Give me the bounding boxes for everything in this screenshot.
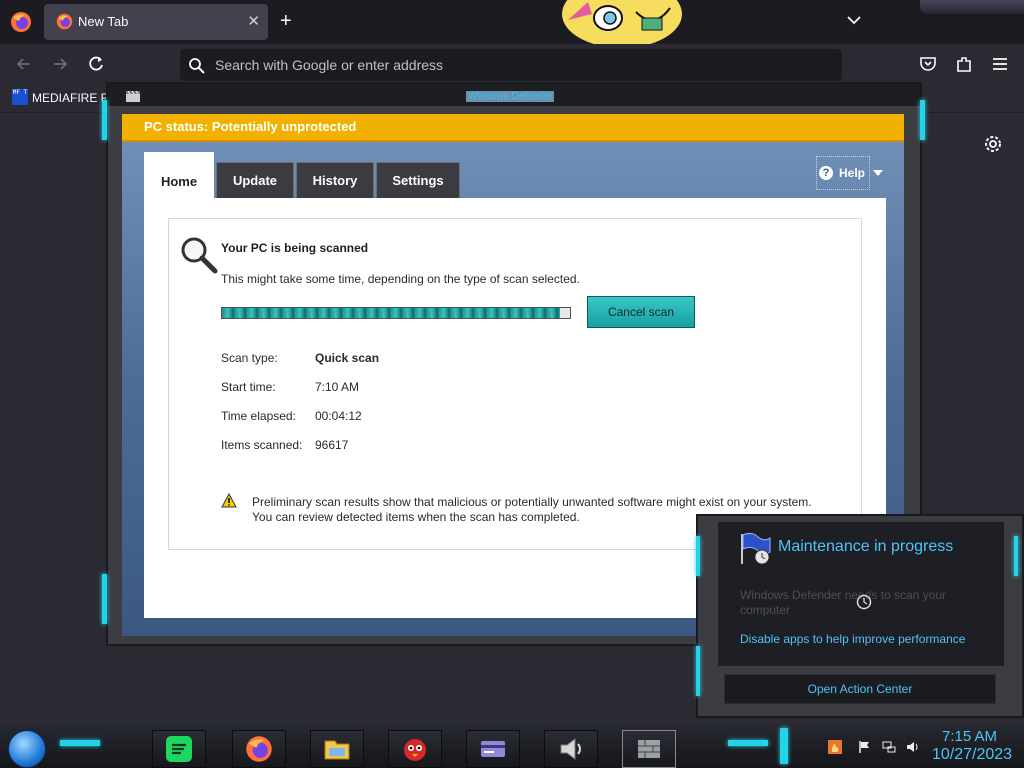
open-action-center-button[interactable]: Open Action Center bbox=[724, 674, 996, 704]
neon-accent bbox=[780, 728, 788, 764]
scan-subtext: This might take some time, depending on … bbox=[221, 272, 580, 286]
scan-type-label: Scan type: bbox=[221, 351, 278, 365]
taskbar-app-speaker[interactable] bbox=[544, 730, 598, 768]
search-icon bbox=[189, 58, 205, 74]
neon-accent bbox=[920, 100, 925, 140]
scan-heading: Your PC is being scanned bbox=[221, 241, 369, 255]
taskbar-app-explorer[interactable] bbox=[310, 730, 364, 768]
time-elapsed-value: 00:04:12 bbox=[315, 409, 362, 423]
firefox-icon bbox=[246, 736, 272, 762]
reload-icon[interactable] bbox=[86, 54, 106, 74]
flame-tray-icon[interactable] bbox=[828, 740, 842, 754]
scan-progress-fill bbox=[222, 308, 560, 318]
bookmark-mediafire[interactable]: MEDIAFIRE R bbox=[32, 91, 109, 105]
status-bar: PC status: Potentially unprotected bbox=[122, 114, 904, 142]
notification-description: Windows Defender needs to scan your comp… bbox=[740, 588, 947, 617]
forward-icon[interactable] bbox=[50, 54, 70, 74]
start-orb-button[interactable] bbox=[8, 730, 46, 768]
neon-accent bbox=[102, 100, 107, 140]
network-icon[interactable] bbox=[882, 740, 896, 754]
neon-accent bbox=[696, 646, 700, 696]
neon-accent bbox=[60, 740, 100, 746]
url-bar-placeholder: Search with Google or enter address bbox=[215, 57, 444, 73]
warning-icon bbox=[221, 493, 237, 508]
maintenance-notification[interactable]: Maintenance in progress Windows Defender… bbox=[696, 514, 1024, 718]
items-scanned-value: 96617 bbox=[315, 438, 349, 452]
magnifier-icon bbox=[181, 237, 218, 274]
tab-update[interactable]: Update bbox=[216, 162, 294, 199]
browser-nav-bar: Search with Google or enter address bbox=[0, 44, 1024, 86]
window-controls[interactable] bbox=[920, 0, 1024, 14]
angry-bird-icon bbox=[404, 739, 426, 761]
neon-accent bbox=[728, 740, 768, 746]
start-time-label: Start time: bbox=[221, 380, 276, 394]
tab-title: New Tab bbox=[78, 14, 129, 29]
card-icon bbox=[481, 741, 505, 757]
chevron-down-icon[interactable] bbox=[846, 12, 862, 28]
taskbar-app-card[interactable] bbox=[466, 730, 520, 768]
cancel-scan-button[interactable]: Cancel scan bbox=[587, 296, 695, 328]
clock-icon bbox=[856, 594, 872, 610]
help-icon: ? bbox=[819, 166, 833, 180]
defender-title-bar[interactable]: Windows Defender bbox=[108, 84, 920, 106]
items-scanned-label: Items scanned: bbox=[221, 438, 303, 452]
taskbar-app-game[interactable] bbox=[388, 730, 442, 768]
start-time-value: 7:10 AM bbox=[315, 380, 360, 394]
notification-title: Maintenance in progress bbox=[778, 538, 954, 555]
settings-gear-icon[interactable] bbox=[982, 133, 1004, 155]
browser-tab[interactable]: New Tab ✕ bbox=[44, 4, 268, 40]
clock-date[interactable]: 10/27/2023 bbox=[932, 746, 1012, 764]
new-tab-button[interactable]: + bbox=[280, 10, 292, 32]
neon-accent bbox=[102, 574, 107, 624]
clapperboard-icon bbox=[126, 91, 140, 102]
taskbar-app-spotify[interactable] bbox=[152, 730, 206, 768]
extensions-icon[interactable] bbox=[954, 54, 974, 74]
file-explorer-icon bbox=[324, 740, 350, 760]
tab-close-icon[interactable]: ✕ bbox=[247, 12, 260, 30]
help-label: Help bbox=[839, 166, 866, 180]
pocket-icon[interactable] bbox=[918, 54, 938, 74]
speaker-app-icon bbox=[560, 738, 581, 760]
window-title: Windows Defender bbox=[466, 91, 555, 102]
status-text: PC status: Potentially unprotected bbox=[144, 119, 357, 134]
action-center-flag-icon[interactable] bbox=[858, 740, 872, 754]
tab-settings[interactable]: Settings bbox=[376, 162, 460, 199]
scan-progress-bar bbox=[221, 307, 571, 319]
tab-history[interactable]: History bbox=[296, 162, 374, 199]
help-button[interactable]: ? Help bbox=[816, 156, 883, 190]
browser-tab-bar: New Tab ✕ + bbox=[0, 0, 1024, 48]
cartoon-mascot-image bbox=[562, 0, 682, 48]
scan-type-value: Quick scan bbox=[315, 351, 380, 365]
time-elapsed-label: Time elapsed: bbox=[221, 409, 296, 423]
caret-down-icon bbox=[873, 170, 883, 176]
spotify-icon bbox=[166, 736, 192, 762]
firefox-icon bbox=[56, 13, 73, 30]
taskbar-app-firefox[interactable] bbox=[232, 730, 286, 768]
taskbar-app-defender[interactable] bbox=[622, 730, 676, 768]
url-bar[interactable]: Search with Google or enter address bbox=[180, 49, 842, 81]
mediafire-favicon-icon: MF T bbox=[12, 89, 28, 105]
firefox-icon[interactable] bbox=[10, 11, 32, 33]
defender-app-icon bbox=[638, 740, 660, 758]
maintenance-flag-icon bbox=[741, 532, 771, 565]
clock-time[interactable]: 7:15 AM bbox=[942, 728, 997, 745]
neon-accent bbox=[696, 536, 700, 576]
taskbar: 7:15 AM 10/27/2023 bbox=[0, 726, 1024, 768]
tab-home[interactable]: Home bbox=[144, 152, 214, 199]
back-icon[interactable] bbox=[14, 54, 34, 74]
disable-apps-link[interactable]: Disable apps to help improve performance bbox=[740, 632, 965, 646]
scan-panel: Your PC is being scanned This might take… bbox=[168, 218, 862, 550]
warning-line-1: Preliminary scan results show that malic… bbox=[252, 495, 812, 509]
menu-icon[interactable] bbox=[990, 54, 1010, 74]
notification-body: Maintenance in progress Windows Defender… bbox=[718, 522, 1004, 666]
volume-icon[interactable] bbox=[906, 740, 920, 754]
neon-accent bbox=[1014, 536, 1018, 576]
